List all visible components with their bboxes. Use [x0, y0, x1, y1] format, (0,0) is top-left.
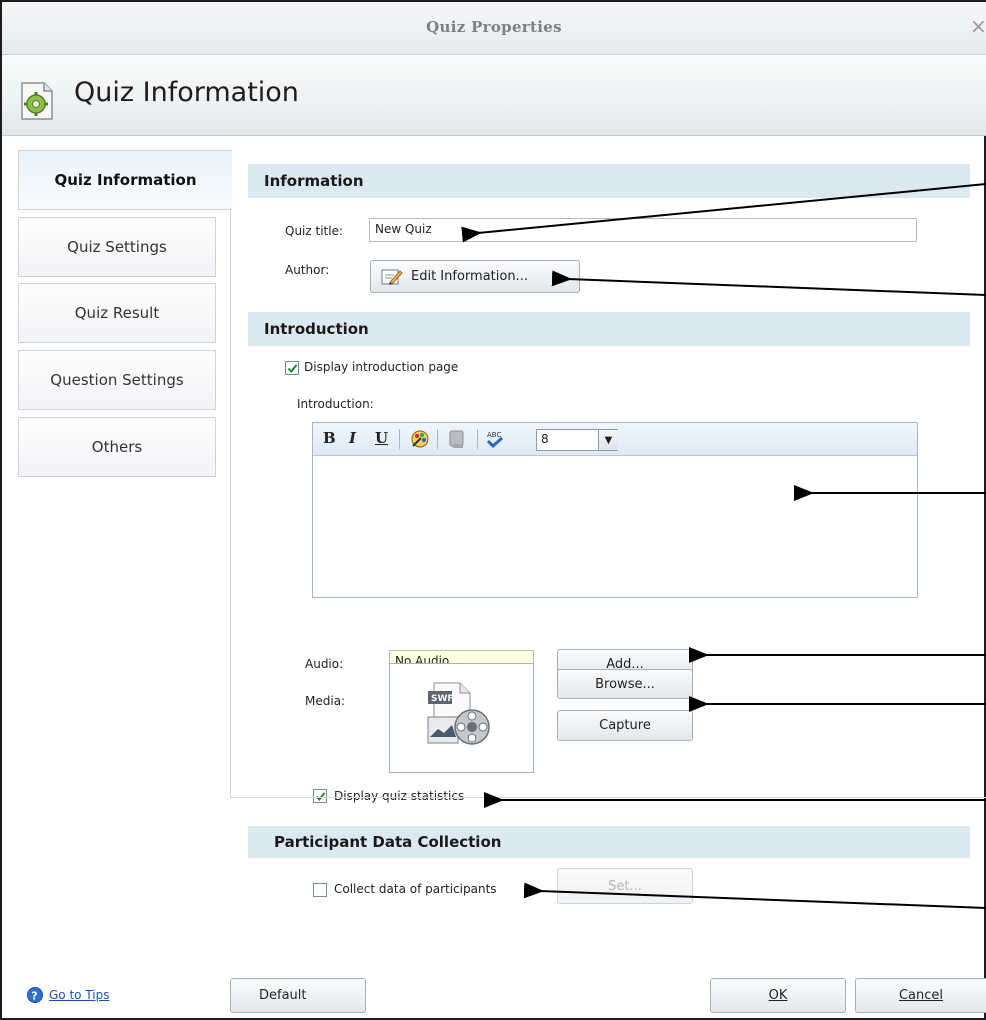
arrow-line [461, 183, 986, 243]
annotation-arrows [461, 183, 986, 909]
arrow-line [551, 270, 986, 296]
arrow-line [523, 882, 986, 909]
